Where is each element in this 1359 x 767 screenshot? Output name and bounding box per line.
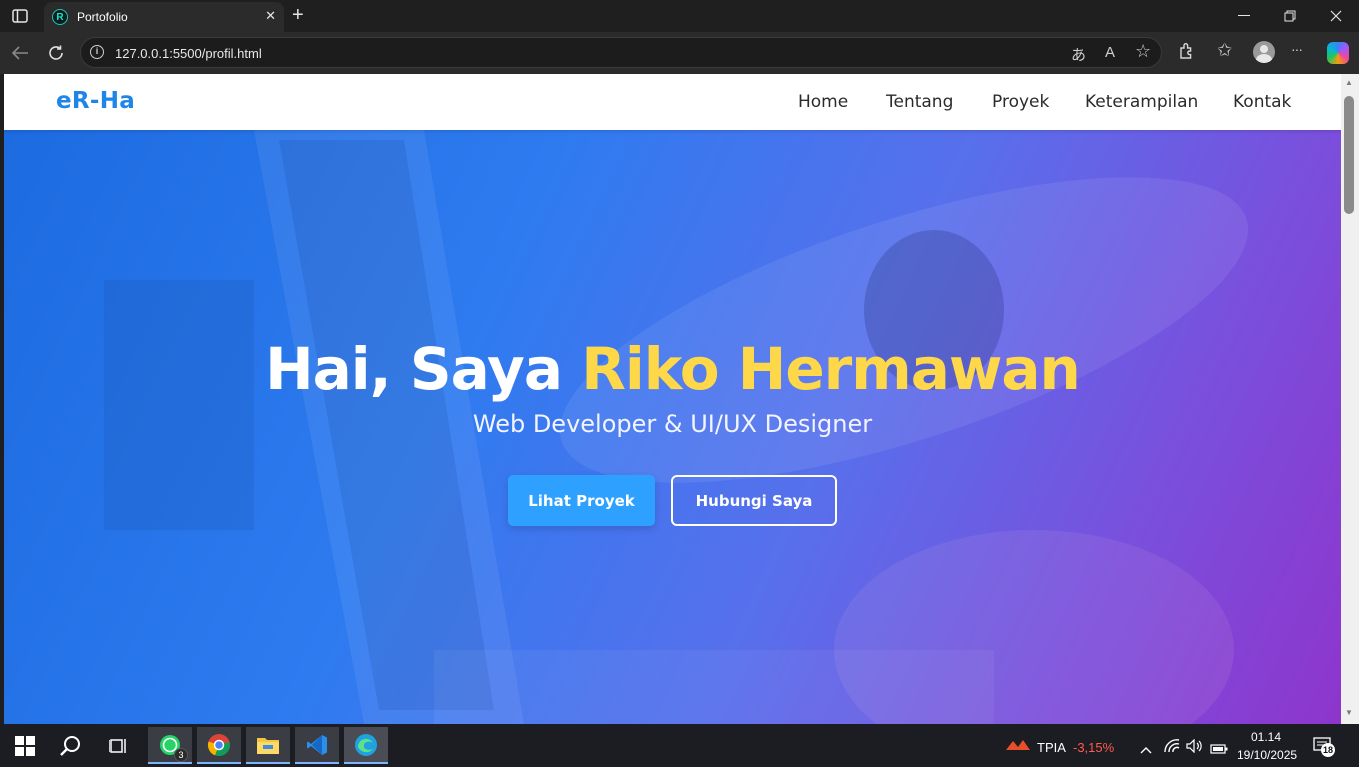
scrollbar-thumb[interactable] bbox=[1344, 96, 1354, 214]
chevron-up-icon[interactable] bbox=[1140, 741, 1152, 759]
favorites-icon[interactable]: ✩ bbox=[1217, 40, 1232, 61]
site-logo[interactable]: eR-Ha bbox=[56, 88, 135, 114]
notification-badge: 18 bbox=[1321, 743, 1335, 757]
extensions-icon[interactable] bbox=[1178, 42, 1196, 65]
tab-title: Portofolio bbox=[77, 10, 128, 24]
whatsapp-icon[interactable]: 3 bbox=[148, 727, 192, 764]
windows-start-icon[interactable] bbox=[3, 727, 47, 764]
clock-time[interactable]: 01.14 bbox=[1251, 730, 1281, 744]
reload-icon[interactable] bbox=[44, 41, 68, 65]
vscode-icon[interactable] bbox=[295, 727, 339, 764]
address-bar[interactable]: i 127.0.0.1:5500/profil.html あ A ☆ bbox=[80, 37, 1162, 68]
translate-icon[interactable]: あ bbox=[1071, 44, 1086, 65]
volume-icon[interactable] bbox=[1186, 738, 1202, 758]
search-icon[interactable] bbox=[49, 727, 93, 764]
hero-title: Hai, Saya Riko Hermawan bbox=[4, 335, 1341, 403]
stock-widget-icon[interactable] bbox=[1006, 738, 1030, 757]
hero-greeting: Hai, Saya bbox=[265, 335, 582, 403]
windows-taskbar: 3 TPIA -3,15% 01.14 19/10/2025 18 bbox=[0, 724, 1359, 767]
tab-close-icon[interactable]: ✕ bbox=[265, 8, 276, 24]
site-favicon-icon: R bbox=[52, 9, 68, 25]
nav-kontak[interactable]: Kontak bbox=[1233, 92, 1291, 112]
nav-tentang[interactable]: Tentang bbox=[886, 92, 953, 112]
minimize-button[interactable] bbox=[1221, 0, 1267, 32]
notification-icon[interactable]: 18 bbox=[1313, 737, 1335, 758]
profile-icon[interactable] bbox=[1253, 41, 1275, 63]
chrome-icon[interactable] bbox=[197, 727, 241, 764]
restore-button[interactable] bbox=[1267, 0, 1313, 32]
task-view-icon[interactable] bbox=[97, 727, 141, 764]
stock-change: -3,15% bbox=[1073, 740, 1115, 755]
close-window-button[interactable] bbox=[1313, 0, 1359, 32]
tab-actions-icon[interactable] bbox=[6, 5, 34, 27]
back-icon[interactable] bbox=[8, 41, 32, 65]
url-text[interactable]: 127.0.0.1:5500/profil.html bbox=[115, 46, 262, 61]
more-icon[interactable]: ··· bbox=[1291, 41, 1303, 57]
read-aloud-icon[interactable]: A bbox=[1105, 44, 1115, 61]
new-tab-button[interactable]: + bbox=[292, 5, 304, 25]
browser-toolbar: i 127.0.0.1:5500/profil.html あ A ☆ ✩ ··· bbox=[0, 32, 1359, 74]
hero-section: Hai, Saya Riko Hermawan Web Developer & … bbox=[4, 130, 1341, 724]
copilot-icon[interactable] bbox=[1327, 42, 1349, 64]
stock-ticker[interactable]: TPIA bbox=[1037, 740, 1066, 755]
hero-subtitle: Web Developer & UI/UX Designer bbox=[472, 410, 873, 438]
view-projects-button[interactable]: Lihat Proyek bbox=[508, 475, 655, 526]
clock-date[interactable]: 19/10/2025 bbox=[1237, 748, 1297, 762]
contact-me-button[interactable]: Hubungi Saya bbox=[671, 475, 837, 526]
whatsapp-badge: 3 bbox=[174, 748, 188, 762]
nav-proyek[interactable]: Proyek bbox=[992, 92, 1049, 112]
nav-home[interactable]: Home bbox=[798, 92, 848, 112]
site-info-icon[interactable]: i bbox=[90, 45, 104, 59]
nav-keterampilan[interactable]: Keterampilan bbox=[1085, 92, 1198, 112]
browser-tab-bar: R Portofolio ✕ + bbox=[0, 0, 1359, 32]
scroll-down-icon[interactable]: ▼ bbox=[1345, 708, 1353, 717]
site-header: eR-Ha Home Tentang Proyek Keterampilan K… bbox=[4, 74, 1341, 130]
browser-tab[interactable]: R Portofolio ✕ bbox=[44, 2, 284, 32]
page-viewport: eR-Ha Home Tentang Proyek Keterampilan K… bbox=[4, 74, 1341, 724]
edge-icon[interactable] bbox=[344, 727, 388, 764]
wifi-icon[interactable] bbox=[1164, 739, 1180, 758]
favorite-icon[interactable]: ☆ bbox=[1135, 41, 1151, 62]
battery-icon[interactable] bbox=[1210, 741, 1228, 759]
hero-name: Riko Hermawan bbox=[581, 335, 1081, 403]
file-explorer-icon[interactable] bbox=[246, 727, 290, 764]
scroll-up-icon[interactable]: ▲ bbox=[1345, 78, 1353, 87]
